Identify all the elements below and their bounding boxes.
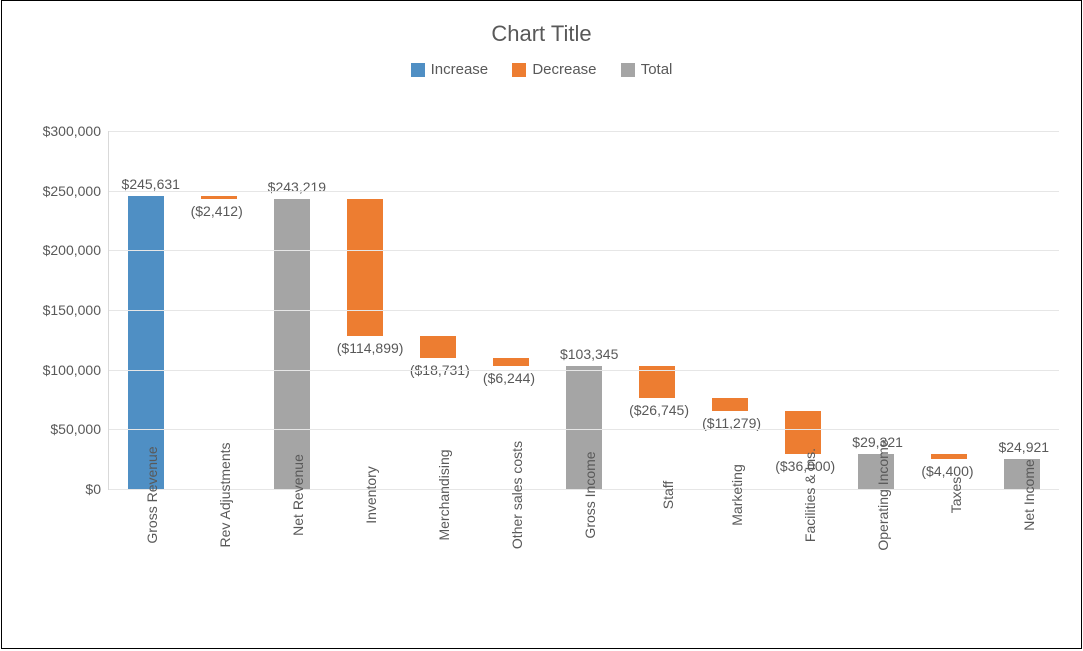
legend-label-decrease: Decrease (532, 61, 596, 78)
y-tick-label: $300,000 (43, 123, 101, 139)
x-tick-label: Staff (620, 495, 693, 513)
bar-decrease (201, 196, 237, 199)
gridline (109, 310, 1059, 311)
bar-total (274, 199, 310, 489)
data-label: ($114,899) (337, 340, 404, 356)
data-label: $245,631 (122, 176, 180, 192)
legend-item-increase: Increase (411, 61, 489, 78)
plot-area: $245,631($2,412)$243,219($114,899)($18,7… (108, 131, 1059, 490)
y-tick-label: $50,000 (50, 421, 101, 437)
x-tick-label: Marketing (693, 495, 766, 513)
x-tick-label: Gross Revenue (108, 495, 181, 513)
legend-label-increase: Increase (431, 61, 489, 78)
bar-decrease (420, 336, 456, 358)
gridline (109, 250, 1059, 251)
bar-decrease (931, 454, 967, 459)
bar-decrease (347, 199, 383, 336)
data-label: ($26,745) (629, 402, 689, 418)
x-tick-label: Operating Income (839, 495, 912, 513)
y-tick-label: $100,000 (43, 362, 101, 378)
x-tick-label: Inventory (327, 495, 400, 513)
y-tick-label: $250,000 (43, 183, 101, 199)
legend-item-decrease: Decrease (512, 61, 596, 78)
gridline (109, 191, 1059, 192)
chart-frame: Chart Title Increase Decrease Total $245… (1, 0, 1082, 649)
legend-swatch-total (621, 63, 635, 77)
data-label: $103,345 (560, 346, 618, 362)
data-label: $243,219 (268, 179, 326, 195)
y-tick-label: $200,000 (43, 242, 101, 258)
x-tick-label: Net Income (985, 495, 1058, 513)
x-tick-label: Taxes (912, 495, 985, 513)
legend: Increase Decrease Total (2, 61, 1081, 81)
y-tick-label: $150,000 (43, 302, 101, 318)
bar-decrease (493, 358, 529, 365)
legend-swatch-decrease (512, 63, 526, 77)
legend-item-total: Total (621, 61, 673, 78)
gridline (109, 131, 1059, 132)
gridline (109, 370, 1059, 371)
data-label: ($2,412) (191, 203, 243, 219)
gridline (109, 429, 1059, 430)
bar-decrease (712, 398, 748, 411)
legend-swatch-increase (411, 63, 425, 77)
bar-increase (128, 196, 164, 489)
data-label: ($6,244) (483, 370, 535, 386)
chart-title: Chart Title (2, 21, 1081, 47)
legend-label-total: Total (641, 61, 673, 78)
x-tick-label: Gross Income (546, 495, 619, 513)
x-tick-label: Net Revenue (254, 495, 327, 513)
x-tick-label: Other sales costs (473, 495, 546, 513)
y-tick-label: $0 (85, 481, 101, 497)
data-label: $24,921 (998, 439, 1049, 455)
x-tick-label: Rev Adjustments (181, 495, 254, 513)
x-tick-label: Facilities & Ins. (766, 495, 839, 513)
x-tick-label: Merchandising (400, 495, 473, 513)
